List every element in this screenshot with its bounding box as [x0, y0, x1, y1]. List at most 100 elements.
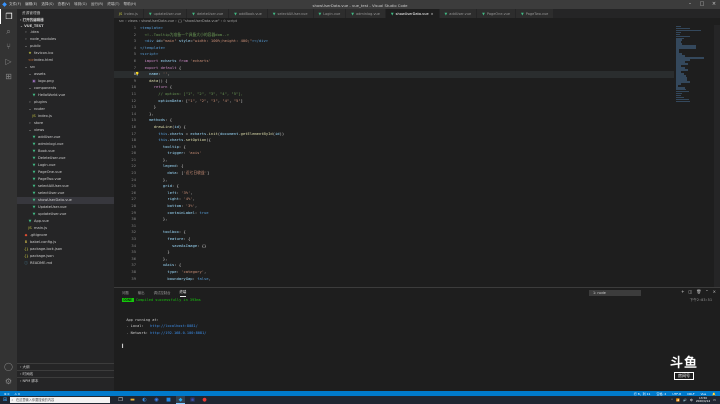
tree-item[interactable]: Bbabel.config.js — [17, 239, 114, 246]
encoding[interactable]: UTF-8 — [672, 392, 681, 396]
tree-item[interactable]: › .idea — [17, 29, 114, 36]
search-icon[interactable]: ⌕ — [0, 24, 17, 39]
menu-item[interactable]: 终端(T) — [107, 2, 119, 7]
idea-icon[interactable]: ■ — [164, 396, 173, 404]
code-line[interactable]: 39 boundaryGap: false, — [114, 276, 674, 283]
code-line[interactable]: 21 }, — [114, 157, 674, 164]
terminal-select[interactable]: 1: node — [589, 290, 641, 296]
code-line[interactable]: 27 right: '4%', — [114, 196, 674, 203]
menu-item[interactable]: 选择(S) — [41, 2, 53, 7]
tree-item[interactable]: {} package.json — [17, 253, 114, 260]
npm-scripts-section[interactable]: › NPM 脚本 — [17, 377, 114, 384]
close-panel-icon[interactable]: × — [713, 289, 716, 294]
code-line[interactable]: 32 toolbox: { — [114, 229, 674, 236]
gear-icon[interactable]: ⚙ — [0, 374, 17, 389]
tree-item[interactable]: ⌄ src — [17, 64, 114, 71]
editor-tab[interactable]: ▼ addBook.vue — [229, 9, 268, 18]
code-line[interactable]: 19 tooltip: { — [114, 144, 674, 151]
bell-icon[interactable]: 🔔 — [712, 392, 716, 396]
editor-tab[interactable]: ▼ adminlog.vue — [346, 9, 386, 18]
menu-item[interactable]: 查看(V) — [58, 2, 70, 7]
code-line[interactable]: 25 grid: { — [114, 183, 674, 190]
editor-tab[interactable]: ▼ showUserData.vue × — [385, 9, 440, 18]
line-ending[interactable]: CRLF — [687, 392, 695, 396]
panel-tab[interactable]: 输出 — [138, 290, 145, 295]
menu-item[interactable]: 运行(R) — [91, 2, 104, 7]
explorer-icon[interactable]: ❐ — [0, 9, 17, 24]
menu-item[interactable]: 编辑(E) — [25, 2, 37, 7]
tree-item[interactable]: ▼ selectUser.vue — [17, 190, 114, 197]
code-line[interactable]: 4 </template> — [114, 45, 674, 52]
code-line[interactable]: 24 }, — [114, 177, 674, 184]
code-line[interactable]: 18 this.charts.setOption({ — [114, 137, 674, 144]
tree-item[interactable]: ▼ App.vue — [17, 218, 114, 225]
code-line[interactable]: 31 — [114, 223, 674, 230]
tree-item[interactable]: ▼ addUser.vue — [17, 134, 114, 141]
tree-item[interactable]: ▼ PageTwo.vue — [17, 176, 114, 183]
tree-item[interactable]: ▼ UpdateUser.vue — [17, 204, 114, 211]
code-line[interactable]: 23 data: ['近七日收益'] — [114, 170, 674, 177]
terminal-output[interactable]: DONE Compiled successfully in 393ms 下午2:0… — [114, 297, 720, 349]
code-line[interactable]: 14 }, — [114, 111, 674, 118]
tree-item[interactable]: ▼ Book.vue — [17, 148, 114, 155]
task-view-icon[interactable]: ❐ — [116, 396, 125, 404]
panel-tab[interactable]: 调试控制台 — [154, 290, 171, 295]
code-line[interactable]: 28 bottom: '3%', — [114, 203, 674, 210]
code-line[interactable]: 22 legend: { — [114, 163, 674, 170]
tree-item[interactable]: <> index.html — [17, 57, 114, 64]
plus-icon[interactable]: + — [681, 289, 684, 294]
edge-icon[interactable]: ◐ — [140, 396, 149, 404]
code-line[interactable]: 29 containLabel: true — [114, 210, 674, 217]
source-control-icon[interactable]: ⑂ — [0, 39, 17, 54]
windows-start-icon[interactable]: ⊞ — [0, 397, 10, 403]
editor-tab[interactable]: JS index.js — [114, 9, 144, 18]
editor-tab[interactable]: ▼ PageTwo.vue — [516, 9, 555, 18]
code-line[interactable]: 34 saveAsImage: {} — [114, 243, 674, 250]
editor-tab[interactable]: ▼ addUser.vue — [439, 9, 478, 18]
code-line[interactable]: 20 trigger: 'axis' — [114, 150, 674, 157]
code-line[interactable]: 38 type: 'category', — [114, 269, 674, 276]
code-editor[interactable]: 1 <template> 2 <!--Tooltip为准备一个具备大小的容器dom-… — [114, 25, 674, 287]
tree-item[interactable]: ▼ updateUser.vue — [17, 211, 114, 218]
tree-item[interactable]: ▼ showUserData.vue — [17, 197, 114, 204]
network-icon[interactable]: 📶 — [676, 398, 680, 402]
tree-item[interactable]: ▼ PageOne.vue — [17, 169, 114, 176]
language-mode[interactable]: Vue — [701, 392, 707, 396]
code-line[interactable]: 16 drawLine(id) { — [114, 124, 674, 131]
lightbulb-icon[interactable]: 💡 — [135, 71, 139, 78]
tree-item[interactable]: ⌄ router — [17, 106, 114, 113]
tree-item[interactable]: ◆ .gitignore — [17, 232, 114, 239]
chrome-icon[interactable]: ◉ — [152, 396, 161, 404]
code-line[interactable]: 8 name: '', 💡 — [114, 71, 674, 78]
tree-item[interactable]: › node_modules — [17, 36, 114, 43]
code-line[interactable]: 7 export default { — [114, 65, 674, 72]
split-icon[interactable]: ◫ — [688, 289, 692, 294]
outline-section[interactable]: › 大纲 — [17, 363, 114, 370]
close-icon[interactable]: × — [708, 0, 720, 9]
app-icon[interactable]: ▣ — [188, 396, 197, 404]
code-line[interactable]: 3 <div id="main" style="width: 100%;heig… — [114, 38, 674, 45]
warnings-status[interactable]: ⚠ 0 — [14, 392, 20, 396]
code-line[interactable]: 26 left: '3%', — [114, 190, 674, 197]
panel-tab[interactable]: 问题 — [122, 290, 129, 295]
editor-tab[interactable]: ▼ PageOne.vue — [477, 9, 517, 18]
tree-item[interactable]: ⌄ public — [17, 43, 114, 50]
code-line[interactable]: 30 }, — [114, 216, 674, 223]
tree-item[interactable]: ⌄ assets — [17, 71, 114, 78]
tree-item[interactable]: ▼ DeleteUser.vue — [17, 155, 114, 162]
tree-item[interactable]: ▼ HelloWorld.vue — [17, 92, 114, 99]
code-line[interactable]: 15 methods: { — [114, 117, 674, 124]
tree-item[interactable]: ▼ adminlogi.vue — [17, 141, 114, 148]
code-line[interactable]: 17 this.charts = echarts.init(document.g… — [114, 131, 674, 138]
file-explorer-icon[interactable]: ▬ — [128, 396, 137, 404]
code-line[interactable]: 37 xAxis: { — [114, 262, 674, 269]
cursor-position[interactable]: 行 8，列 11 — [634, 392, 651, 396]
tree-item[interactable]: {} package-lock.json — [17, 246, 114, 253]
tree-item[interactable]: ▣ logo.png — [17, 78, 114, 85]
taskbar-search[interactable]: ⌕ 在这里输入你要搜索的内容 — [10, 397, 110, 403]
tree-item[interactable]: JS main.js — [17, 225, 114, 232]
recorder-icon[interactable]: ● — [200, 396, 209, 404]
tree-item[interactable]: › store — [17, 120, 114, 127]
indentation[interactable]: 空格: 2 — [656, 392, 666, 396]
vscode-taskbar-icon[interactable]: ◆ — [176, 396, 185, 404]
